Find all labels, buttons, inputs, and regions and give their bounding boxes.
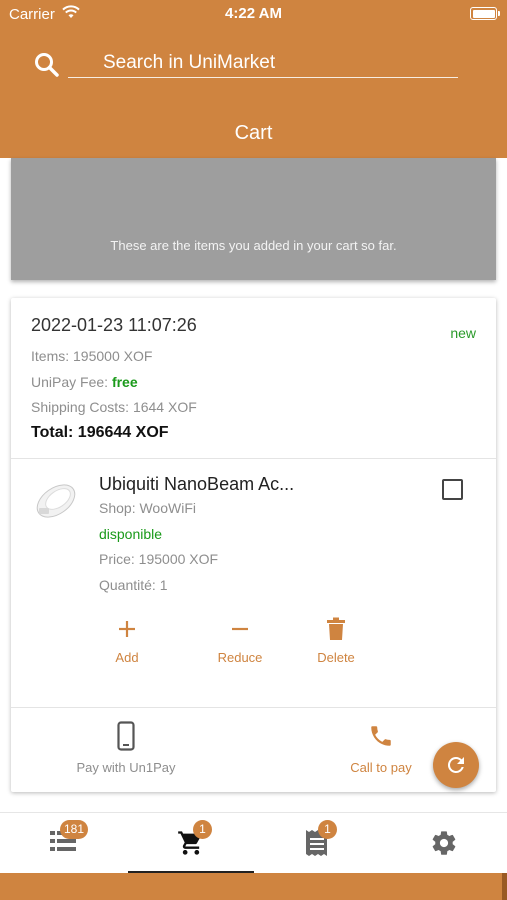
tab-orders[interactable]: 1 (254, 813, 380, 874)
scrollbar[interactable] (502, 873, 507, 900)
pay-with-unipay-button[interactable]: Pay with Un1Pay (66, 720, 186, 775)
cart-count-badge: 1 (193, 820, 212, 839)
tab-settings[interactable] (381, 813, 507, 874)
refresh-button[interactable] (433, 742, 479, 788)
shipping-costs: Shipping Costs: 1644 XOF (31, 399, 197, 415)
orders-count-badge: 1 (318, 820, 337, 839)
status-bar: Carrier 4:22 AM (0, 0, 507, 28)
pay-with-unipay-label: Pay with Un1Pay (76, 760, 176, 775)
reduce-button[interactable]: Reduce (200, 616, 280, 665)
product-name[interactable]: Ubiquiti NanoBeam Ac... (99, 474, 294, 495)
order-total: Total: 196644 XOF (31, 424, 169, 441)
catalog-count-badge: 181 (60, 820, 89, 839)
status-time: 4:22 AM (225, 5, 282, 22)
product-image[interactable] (31, 480, 81, 522)
product-price: Price: 195000 XOF (99, 551, 219, 567)
cart-order-card: 2022-01-23 11:07:26 new Items: 195000 XO… (11, 298, 496, 792)
fee-label: UniPay Fee: (31, 374, 112, 390)
divider (11, 458, 496, 459)
divider (11, 707, 496, 708)
gear-icon (432, 831, 456, 855)
search-placeholder: Search in UniMarket (103, 52, 276, 73)
fee-value: free (111, 374, 138, 390)
call-icon (371, 726, 391, 746)
search-underline (68, 77, 458, 78)
bottom-tab-bar: 181 1 1 (0, 812, 507, 874)
tab-cart[interactable]: 1 (128, 813, 254, 874)
refresh-icon (447, 757, 464, 773)
trash-icon (327, 617, 345, 640)
bottom-accent-bar (0, 873, 507, 900)
delete-label: Delete (317, 650, 355, 665)
call-to-pay-label: Call to pay (350, 760, 412, 775)
banner-text: These are the items you added in your ca… (110, 238, 397, 253)
search-icon[interactable] (34, 52, 60, 78)
page-title: Cart (234, 122, 273, 144)
search-input[interactable]: Search in UniMarket (68, 48, 458, 78)
battery-icon (470, 7, 500, 20)
add-label: Add (115, 650, 139, 665)
order-status-badge: new (450, 325, 476, 341)
add-button[interactable]: Add (87, 616, 167, 665)
order-date: 2022-01-23 11:07:26 (31, 315, 197, 335)
items-total: Items: 195000 XOF (31, 348, 153, 364)
call-to-pay-button[interactable]: Call to pay (331, 720, 431, 775)
unipay-fee: UniPay Fee: free (31, 374, 138, 390)
cart-info-banner: These are the items you added in your ca… (11, 158, 496, 280)
app-header: Carrier 4:22 AM Search in UniMarket Cart (0, 0, 507, 158)
product-availability: disponible (99, 526, 163, 542)
product-quantity: Quantité: 1 (99, 577, 168, 593)
select-item-checkbox[interactable] (442, 479, 463, 500)
product-shop: Shop: WooWiFi (99, 500, 196, 516)
plus-icon (119, 621, 135, 637)
minus-icon (232, 627, 248, 631)
reduce-label: Reduce (217, 650, 263, 665)
delete-button[interactable]: Delete (296, 616, 376, 665)
tab-catalog[interactable]: 181 (0, 813, 126, 874)
phone-icon (117, 721, 135, 751)
